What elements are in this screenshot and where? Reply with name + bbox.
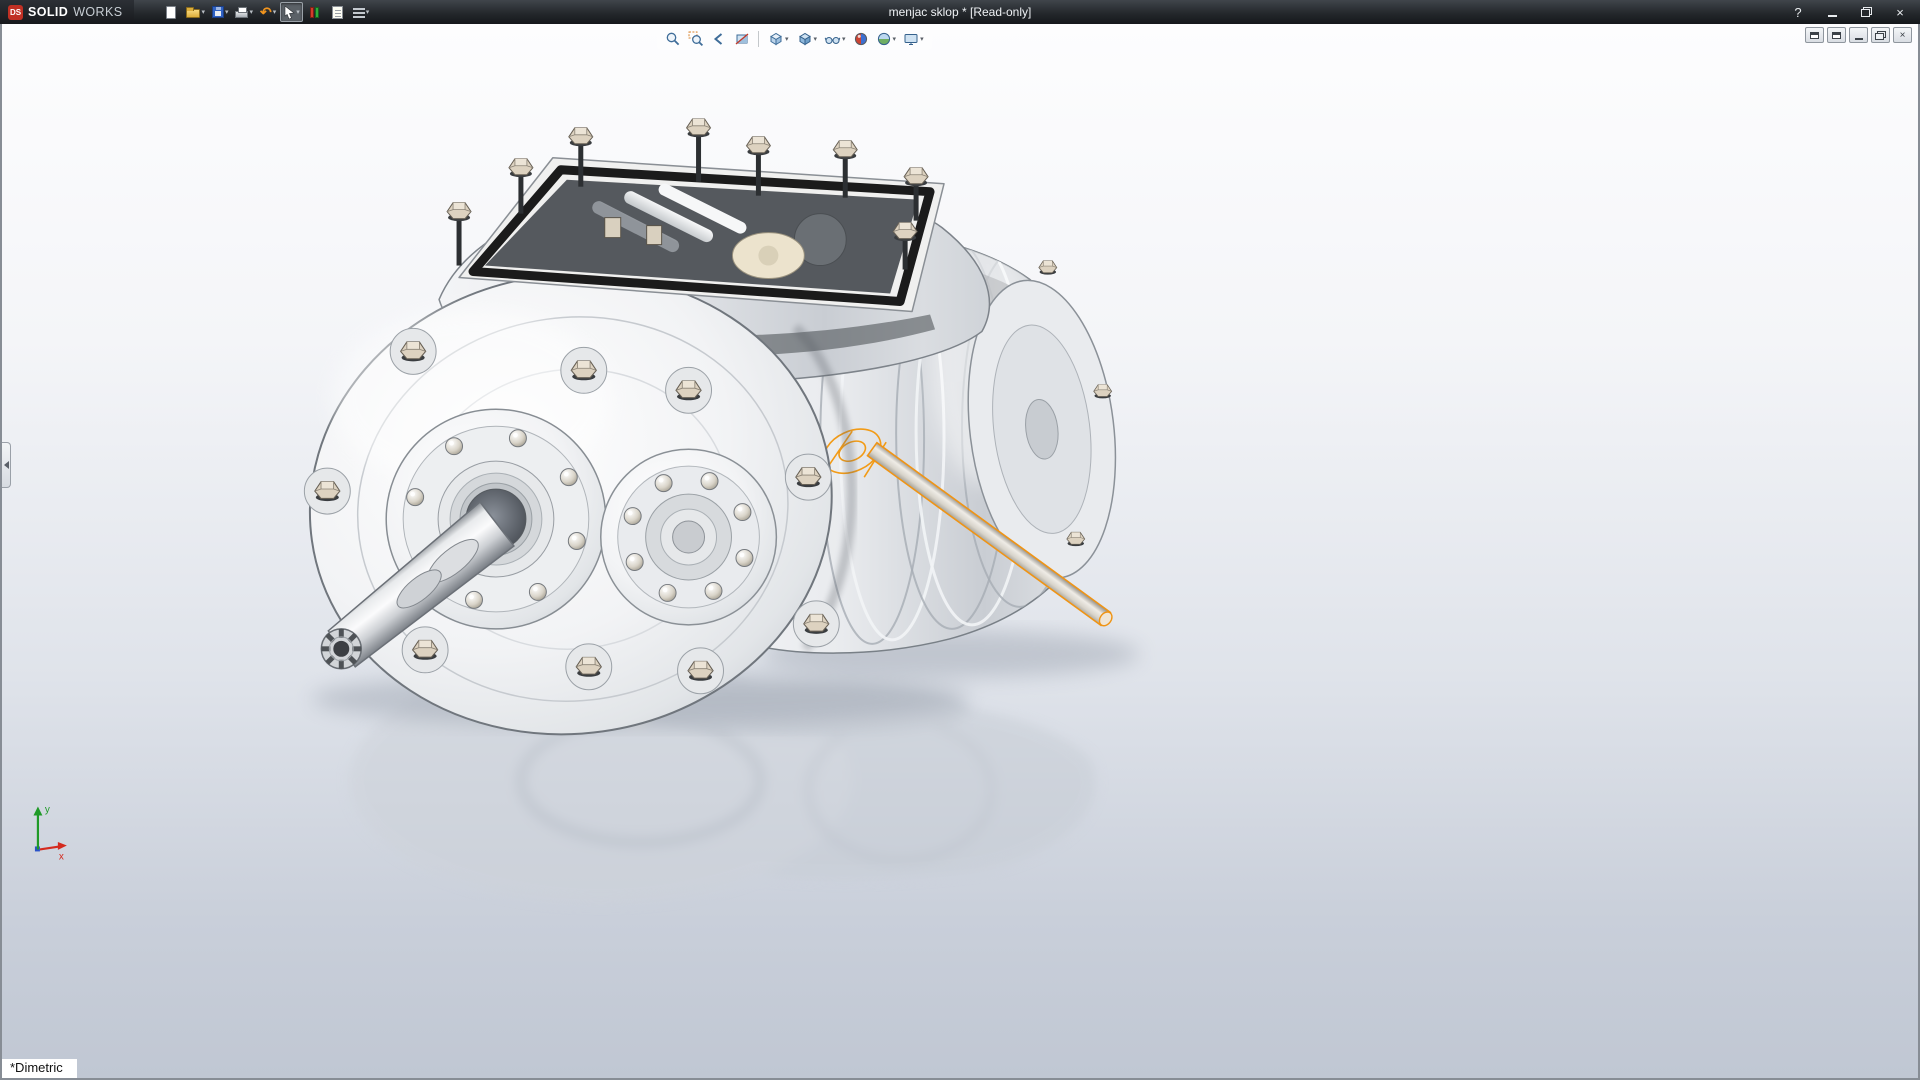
- file-properties-icon: [332, 6, 343, 19]
- next-window-button[interactable]: [1827, 27, 1846, 43]
- select-button[interactable]: ▾: [280, 2, 303, 22]
- panel-flyout-tab[interactable]: [2, 442, 11, 488]
- hide-show-items-icon: [824, 31, 841, 47]
- hide-show-items-dropdown[interactable]: ▾: [842, 35, 846, 43]
- restore-document-icon: [1875, 31, 1886, 40]
- minimize-icon: [1828, 15, 1837, 17]
- undo-button[interactable]: ↶▾: [257, 2, 279, 22]
- previous-window-button[interactable]: [1805, 27, 1824, 43]
- document-window-controls: ×: [1805, 27, 1912, 43]
- titlebar: DS SOLIDWORKS ▾ ▾ ▾ ↶▾ ▾ ▾ menjac sklop …: [0, 0, 1920, 24]
- display-style-button[interactable]: ▾: [794, 29, 820, 48]
- rebuild-button[interactable]: [304, 2, 326, 22]
- restore-icon: [1861, 7, 1872, 17]
- restore-button[interactable]: [1856, 3, 1876, 21]
- apply-scene-icon: [876, 31, 892, 47]
- display-style-icon: [796, 30, 813, 47]
- triad-x-label: x: [59, 851, 64, 862]
- window-controls: ? ×: [1788, 3, 1920, 21]
- undo-dropdown[interactable]: ▾: [273, 8, 277, 16]
- triad-y-label: y: [45, 805, 50, 816]
- heads-up-separator: [758, 31, 759, 47]
- file-properties-button[interactable]: [327, 2, 349, 22]
- new-document-button[interactable]: [160, 2, 182, 22]
- heads-up-toolbar: ▾ ▾ ▾ ▾ ▾: [657, 27, 932, 50]
- select-cursor-icon: [283, 5, 295, 19]
- zoom-to-area-button[interactable]: [686, 30, 706, 48]
- collapse-arrow-icon: [4, 461, 9, 469]
- main-toolbar: ▾ ▾ ▾ ↶▾ ▾ ▾: [160, 2, 372, 22]
- open-document-button[interactable]: ▾: [183, 2, 208, 22]
- view-orientation-icon: [767, 30, 784, 47]
- minimize-document-button[interactable]: [1849, 27, 1868, 43]
- next-window-icon: [1832, 32, 1841, 39]
- brand-text-solid: SOLID: [28, 5, 68, 19]
- view-orientation-button[interactable]: ▾: [765, 29, 791, 48]
- rebuild-icon: [310, 7, 319, 18]
- view-orientation-label: *Dimetric: [2, 1059, 77, 1078]
- solidworks-logo-icon: DS: [8, 5, 23, 20]
- hide-show-items-button[interactable]: ▾: [822, 30, 848, 48]
- zoom-to-fit-button[interactable]: [663, 30, 683, 48]
- zoom-to-area-icon: [688, 31, 704, 47]
- open-folder-icon: [186, 9, 200, 18]
- edit-appearance-icon: [853, 31, 869, 47]
- view-settings-dropdown[interactable]: ▾: [920, 35, 924, 43]
- view-triad: y x: [33, 805, 66, 863]
- output-flange[interactable]: [601, 449, 777, 625]
- options-icon: [353, 8, 365, 18]
- print-dropdown[interactable]: ▾: [249, 8, 253, 16]
- section-view-icon: [734, 31, 750, 47]
- spline-end: [321, 629, 361, 669]
- view-orientation-dropdown[interactable]: ▾: [785, 35, 789, 43]
- edit-appearance-button[interactable]: [851, 30, 871, 48]
- minimize-button[interactable]: [1822, 3, 1842, 21]
- minimize-document-icon: [1855, 38, 1863, 40]
- top-cover-assembly[interactable]: [447, 119, 944, 312]
- display-style-dropdown[interactable]: ▾: [814, 35, 818, 43]
- previous-view-button[interactable]: [709, 30, 729, 48]
- app-brand: DS SOLID WORKS: [0, 0, 134, 24]
- save-button[interactable]: ▾: [209, 2, 232, 22]
- zoom-to-fit-icon: [665, 31, 681, 47]
- apply-scene-button[interactable]: ▾: [874, 30, 899, 48]
- new-document-icon: [166, 6, 176, 19]
- save-icon: [212, 6, 224, 18]
- 3d-scene[interactable]: y x: [2, 24, 1918, 1078]
- section-view-button[interactable]: [732, 30, 752, 48]
- close-button[interactable]: ×: [1890, 3, 1910, 21]
- open-dropdown[interactable]: ▾: [201, 8, 205, 16]
- print-button[interactable]: ▾: [232, 2, 256, 22]
- options-dropdown[interactable]: ▾: [366, 8, 370, 16]
- view-settings-icon: [903, 31, 919, 47]
- view-settings-button[interactable]: ▾: [901, 30, 926, 48]
- help-button[interactable]: ?: [1788, 3, 1808, 21]
- close-document-button[interactable]: ×: [1893, 27, 1912, 43]
- brand-text-works: WORKS: [73, 5, 122, 19]
- undo-icon: ↶: [260, 5, 272, 19]
- print-icon: [235, 11, 248, 18]
- select-dropdown[interactable]: ▾: [296, 8, 300, 16]
- save-dropdown[interactable]: ▾: [225, 8, 229, 16]
- restore-document-button[interactable]: [1871, 27, 1890, 43]
- apply-scene-dropdown[interactable]: ▾: [893, 35, 897, 43]
- previous-view-icon: [711, 31, 727, 47]
- graphics-area[interactable]: ▾ ▾ ▾ ▾ ▾ ×: [0, 24, 1920, 1080]
- previous-window-icon: [1810, 32, 1819, 39]
- options-button[interactable]: ▾: [350, 2, 373, 22]
